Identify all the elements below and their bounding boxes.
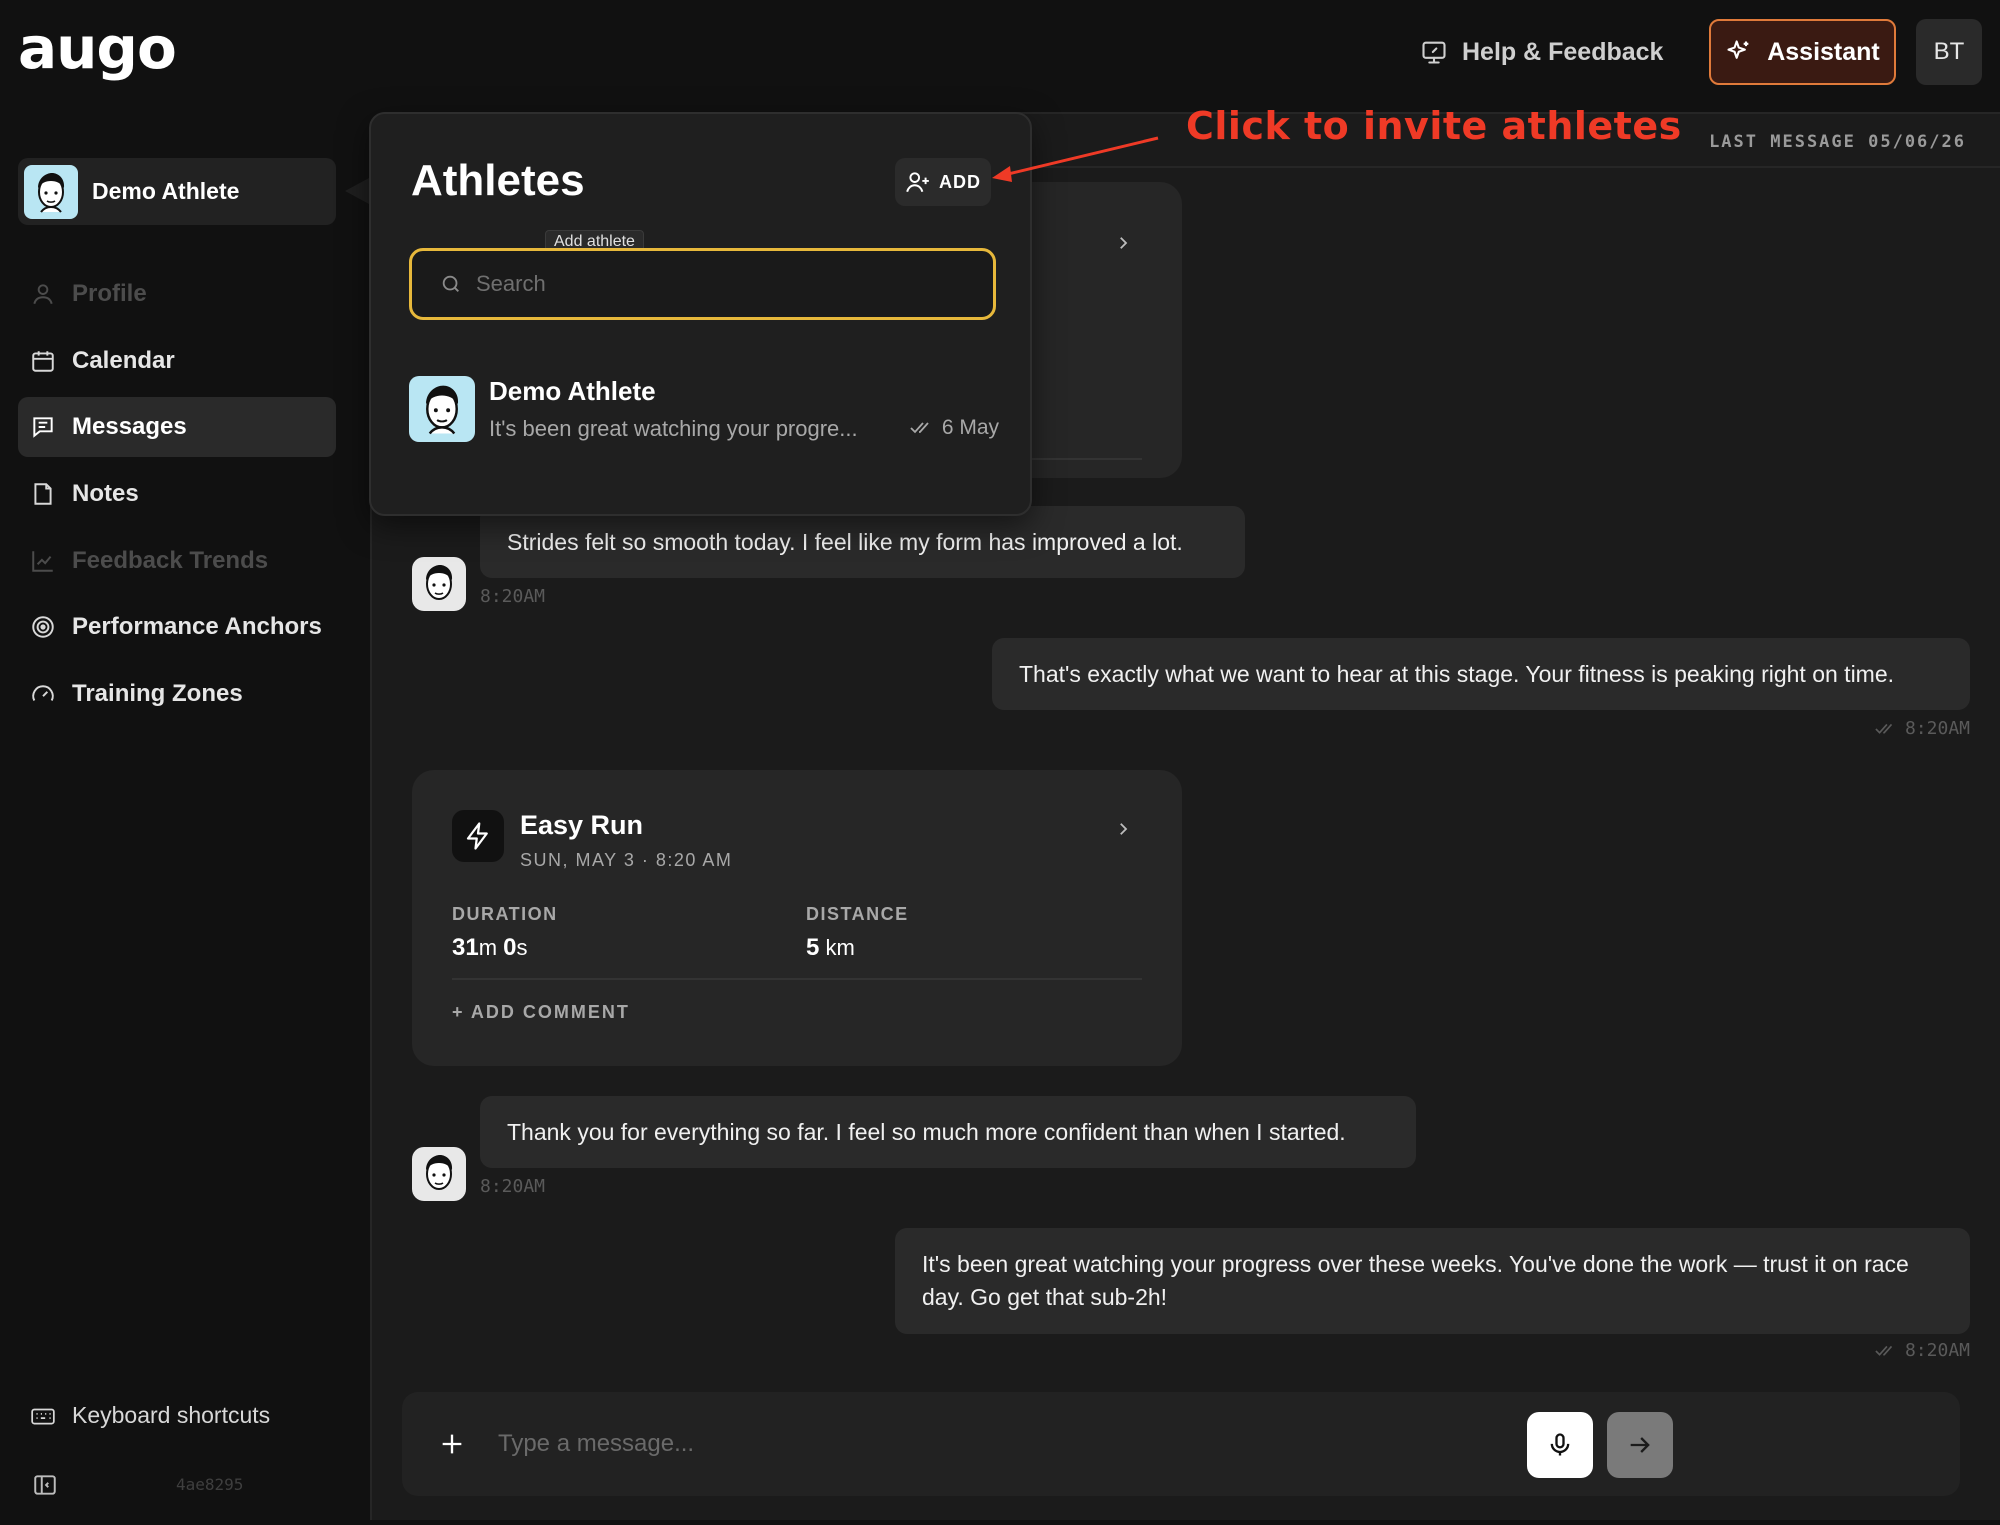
message-composer: [402, 1392, 1960, 1496]
duration-value: 31m 0s: [452, 934, 528, 961]
user-icon: [33, 284, 53, 305]
message-bubble-coach: That's exactly what we want to hear at t…: [992, 638, 1970, 710]
athlete-avatar: [412, 557, 466, 611]
help-feedback-label: Help & Feedback: [1462, 37, 1664, 66]
distance-value: 5 km: [806, 934, 855, 961]
sidebar-item-training-zones[interactable]: Training Zones: [18, 664, 336, 724]
sidebar-item-label: Messages: [72, 413, 187, 441]
sidebar-item-label: Performance Anchors: [72, 613, 322, 641]
sidebar-item-label: Training Zones: [72, 680, 243, 708]
message-time: 8:20AM: [480, 586, 546, 607]
message-time-row: 8:20AM: [1875, 1340, 1970, 1361]
athlete-last-message: It's been great watching your progre...: [489, 416, 858, 441]
app-logo[interactable]: augo: [18, 14, 177, 82]
target-icon: [32, 616, 54, 639]
double-check-icon: [1875, 723, 1893, 734]
help-feedback-button[interactable]: Help & Feedback: [1420, 30, 1663, 74]
athletes-popover: Athletes ADD Add athlete Demo Athlete It…: [369, 112, 1032, 516]
calendar-icon: [32, 350, 54, 372]
message-time: 8:20AM: [1904, 718, 1970, 739]
message-time-row: 8:20AM: [1875, 718, 1970, 739]
sidebar-item-messages[interactable]: Messages: [18, 397, 336, 458]
sidebar-item-performance-anchors[interactable]: Performance Anchors: [18, 597, 336, 657]
duration-label: DURATION: [452, 904, 558, 924]
user-avatar[interactable]: BT: [1916, 19, 1982, 85]
assistant-button[interactable]: Assistant: [1709, 19, 1896, 85]
sidebar-nav: Profile Calendar Messages Notes Feedback…: [18, 264, 336, 731]
trend-chart-icon: [32, 551, 53, 572]
send-button[interactable]: [1607, 1412, 1673, 1478]
athlete-search-field[interactable]: [409, 248, 996, 320]
sidebar-toggle-button[interactable]: [32, 1472, 58, 1503]
add-comment-button[interactable]: + ADD COMMENT: [452, 1002, 630, 1023]
popover-title: Athletes: [411, 156, 585, 205]
sidebar-item-feedback-trends[interactable]: Feedback Trends: [18, 531, 336, 591]
message-text: That's exactly what we want to hear at t…: [1019, 660, 1895, 687]
keyboard-shortcuts-label: Keyboard shortcuts: [72, 1402, 271, 1428]
message-time: 8:20AM: [1904, 1340, 1970, 1361]
message-icon: [33, 417, 53, 439]
message-text: It's been great watching your progress o…: [922, 1251, 1909, 1310]
version-label: 4ae8295: [176, 1475, 244, 1494]
keyboard-shortcuts-button[interactable]: Keyboard shortcuts: [30, 1402, 270, 1429]
annotation-callout: Click to invite athletes: [1186, 104, 1682, 148]
feedback-icon: [1422, 41, 1446, 64]
search-icon: [442, 275, 459, 292]
athlete-avatar: [412, 1147, 466, 1201]
activity-title: Easy Run: [520, 810, 644, 840]
plus-icon[interactable]: [438, 1430, 466, 1458]
distance-label: DISTANCE: [806, 904, 909, 924]
sidebar-item-notes[interactable]: Notes: [18, 464, 336, 524]
lightning-icon: [466, 822, 488, 850]
sidebar-item-label: Feedback Trends: [72, 546, 269, 574]
sidebar-item-label: Calendar: [72, 346, 175, 374]
microphone-icon: [1550, 1433, 1570, 1456]
sparkle-icon: [1727, 40, 1749, 59]
chevron-right-icon: [1120, 823, 1128, 835]
voice-record-button[interactable]: [1527, 1412, 1593, 1478]
athlete-avatar: [24, 164, 78, 219]
athlete-avatar: [409, 376, 475, 442]
message-time: 8:20AM: [480, 1176, 546, 1197]
add-user-icon: [906, 172, 929, 193]
sidebar-item-label: Notes: [72, 480, 139, 508]
chevron-right-icon: [1120, 237, 1128, 249]
sidebar-item-calendar[interactable]: Calendar: [18, 331, 336, 391]
popover-caret: [345, 178, 369, 204]
message-text: Thank you for everything so far. I feel …: [507, 1118, 1346, 1145]
activity-card[interactable]: Easy Run SUN, MAY 3 · 8:20 AM DURATION 3…: [412, 770, 1182, 1066]
activity-date: SUN, MAY 3 · 8:20 AM: [520, 850, 733, 870]
current-athlete-name: Demo Athlete: [92, 178, 240, 204]
double-check-icon: [1875, 1345, 1893, 1356]
note-icon: [34, 483, 52, 505]
sidebar-collapse-icon: [34, 1475, 56, 1495]
message-bubble-coach: It's been great watching your progress o…: [895, 1228, 1970, 1334]
athlete-last-date: 6 May: [910, 416, 999, 440]
add-athlete-button[interactable]: ADD: [895, 158, 991, 206]
current-athlete-switcher[interactable]: Demo Athlete: [18, 158, 336, 225]
message-input[interactable]: [498, 1422, 1498, 1466]
activity-icon: [452, 810, 504, 862]
arrow-right-icon: [1630, 1437, 1650, 1453]
last-message-date: LAST MESSAGE 05/06/26: [1709, 132, 1966, 152]
double-check-icon: [910, 422, 929, 434]
message-bubble-athlete: Thank you for everything so far. I feel …: [480, 1096, 1416, 1168]
assistant-label: Assistant: [1767, 37, 1880, 66]
message-bubble-athlete: Strides felt so smooth today. I feel lik…: [480, 506, 1245, 578]
keyboard-icon: [31, 1408, 55, 1424]
athlete-name: Demo Athlete: [489, 376, 656, 406]
card-divider: [452, 978, 1142, 980]
athlete-search-input[interactable]: [476, 271, 956, 297]
gauge-icon: [32, 685, 54, 702]
message-text: Strides felt so smooth today. I feel lik…: [507, 528, 1183, 555]
add-athlete-label: ADD: [939, 171, 981, 192]
athlete-list-item[interactable]: Demo Athlete It's been great watching yo…: [409, 376, 999, 446]
sidebar-item-profile[interactable]: Profile: [18, 264, 336, 324]
sidebar-item-label: Profile: [72, 280, 147, 307]
